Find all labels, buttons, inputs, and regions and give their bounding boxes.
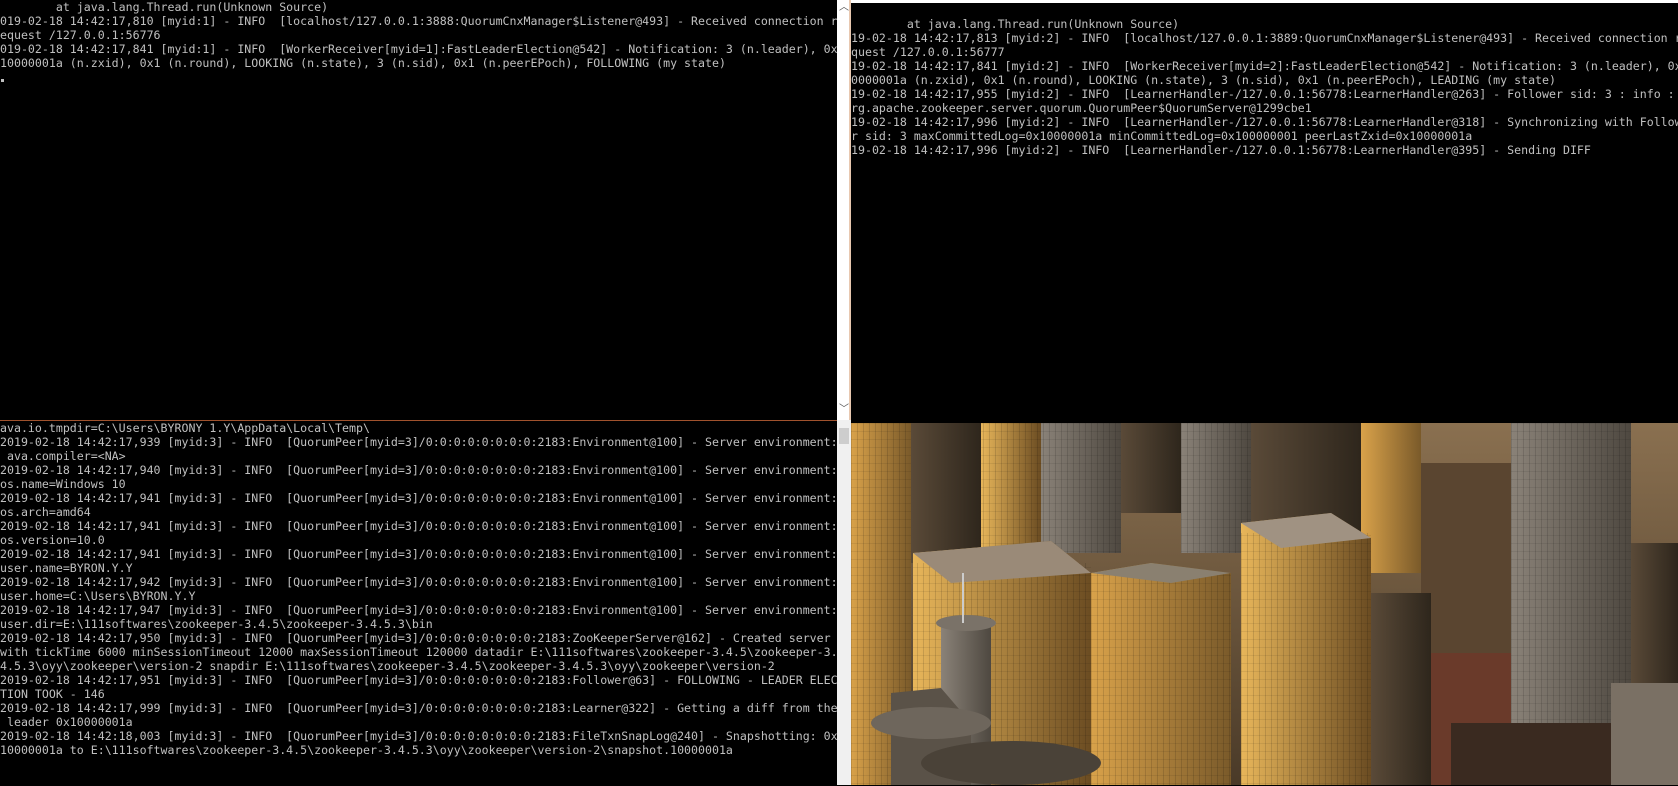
vertical-scrollbar[interactable] <box>837 420 851 785</box>
console-output-node2: at java.lang.Thread.run(Unknown Source) … <box>851 17 1678 157</box>
console-output-node3: ava.io.tmpdir=C:\Users\BYRONY 1.Y\AppDat… <box>0 421 837 757</box>
scrollbar-thumb[interactable] <box>839 428 849 444</box>
zookeeper-console-node1[interactable]: at java.lang.Thread.run(Unknown Source) … <box>0 0 837 420</box>
zookeeper-console-node2[interactable]: at java.lang.Thread.run(Unknown Source) … <box>851 0 1678 423</box>
console-output-node1: at java.lang.Thread.run(Unknown Source) … <box>0 0 837 70</box>
zookeeper-console-node3[interactable]: ava.io.tmpdir=C:\Users\BYRONY 1.Y\AppDat… <box>0 420 837 786</box>
chevron-down-icon[interactable]: ﹀ <box>839 404 849 416</box>
chevron-up-icon[interactable]: ︿ <box>839 2 849 14</box>
text-cursor <box>1 79 4 82</box>
desktop-wallpaper-city <box>851 423 1678 785</box>
city-skyline-image <box>851 423 1678 785</box>
